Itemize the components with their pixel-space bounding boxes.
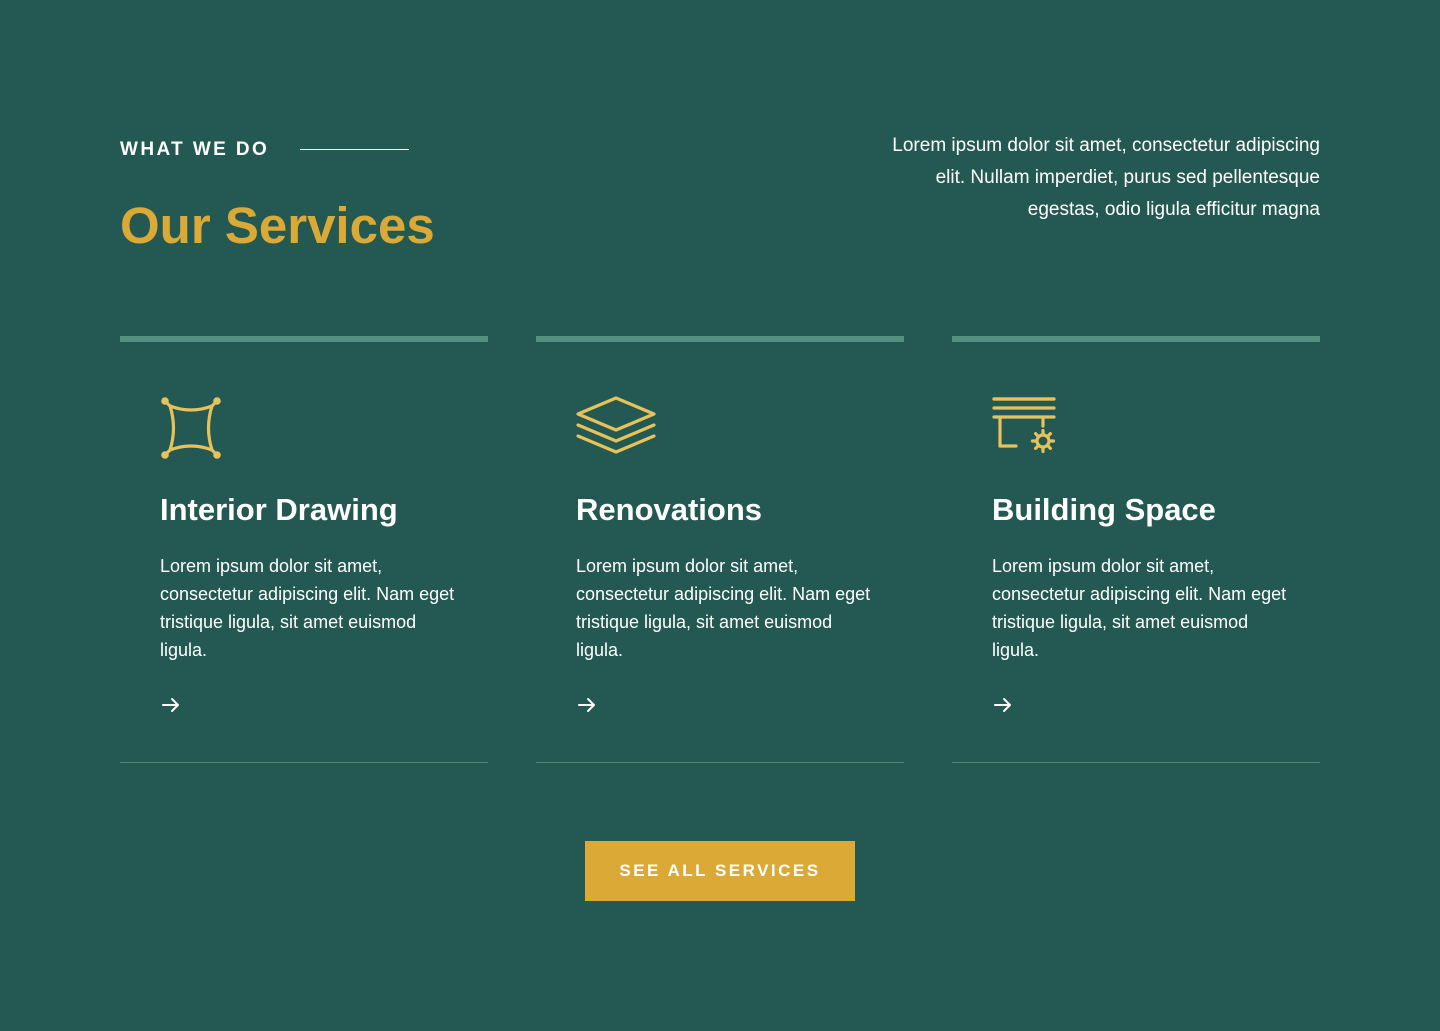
arrow-right-icon[interactable] <box>992 694 1014 716</box>
blinds-gear-icon <box>992 396 1072 460</box>
service-title: Renovations <box>576 492 763 527</box>
card-top-bar <box>536 336 904 342</box>
section-intro: Lorem ipsum dolor sit amet, consectetur … <box>892 135 1320 220</box>
service-description: Lorem ipsum dolor sit amet, consectetur … <box>576 556 871 660</box>
eyebrow-divider <box>300 149 409 150</box>
card-bottom-divider <box>536 762 904 763</box>
pillow-icon <box>160 396 240 460</box>
service-card-renovations: Renovations Lorem ipsum dolor sit amet, … <box>536 336 904 763</box>
service-title: Building Space <box>992 492 1216 527</box>
card-top-bar <box>952 336 1320 342</box>
see-all-services-button[interactable]: SEE ALL SERVICES <box>585 841 855 901</box>
arrow-right-icon[interactable] <box>576 694 598 716</box>
card-bottom-divider <box>952 762 1320 763</box>
service-description: Lorem ipsum dolor sit amet, consectetur … <box>992 556 1287 660</box>
card-bottom-divider <box>120 762 488 763</box>
card-top-bar <box>120 336 488 342</box>
service-description: Lorem ipsum dolor sit amet, consectetur … <box>160 556 455 660</box>
service-card-building-space: Building Space Lorem ipsum dolor sit ame… <box>952 336 1320 763</box>
section-title: Our Services <box>120 197 435 254</box>
arrow-right-icon[interactable] <box>160 694 182 716</box>
service-title: Interior Drawing <box>160 492 398 527</box>
service-card-interior-drawing: Interior Drawing Lorem ipsum dolor sit a… <box>120 336 488 763</box>
section-eyebrow: WHAT WE DO <box>120 139 270 160</box>
layers-icon <box>576 396 656 460</box>
